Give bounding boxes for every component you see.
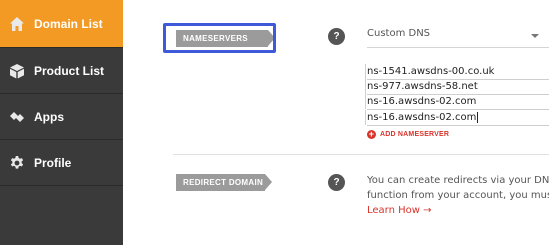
sidebar-item-label: Profile — [34, 155, 72, 170]
nameserver-type-select[interactable]: Custom DNS — [367, 28, 549, 44]
home-icon — [8, 15, 26, 33]
sidebar-item-profile[interactable]: Profile — [0, 140, 123, 186]
nameservers-help-icon[interactable]: ? — [328, 28, 345, 45]
domain-settings-panel: NAMESERVERS ? Custom DNS ns-1541.awsdns-… — [123, 0, 549, 245]
chevron-down-icon — [531, 34, 539, 38]
sidebar: Domain List Product List Apps Profile — [0, 0, 123, 245]
sidebar-item-label: Product List — [34, 63, 105, 78]
redirect-domain-label: REDIRECT DOMAIN — [176, 174, 272, 191]
select-underline — [367, 47, 549, 48]
plus-circle-icon: + — [367, 129, 376, 139]
text-cursor — [477, 111, 479, 123]
add-nameserver-label: ADD NAMESERVER — [380, 131, 450, 138]
nameserver-input-2[interactable]: ns-977.awsdns-58.net — [365, 79, 549, 95]
sidebar-item-label: Domain List — [34, 16, 103, 31]
nameserver-input-4[interactable]: ns-16.awsdns-02.com — [365, 110, 549, 126]
sidebar-item-label: Apps — [34, 109, 64, 124]
redirect-description-line-1: You can create redirects via your DNS pr… — [367, 175, 549, 186]
nameserver-input-1[interactable]: ns-1541.awsdns-00.co.uk — [365, 64, 549, 80]
nameserver-type-value: Custom DNS — [367, 28, 431, 39]
learn-how-link[interactable]: Learn How → — [367, 205, 432, 216]
gear-icon — [8, 154, 26, 172]
sidebar-item-product-list[interactable]: Product List — [0, 48, 123, 94]
add-nameserver-button[interactable]: + ADD NAMESERVER — [367, 129, 449, 140]
box-icon — [8, 62, 26, 80]
sidebar-item-domain-list[interactable]: Domain List — [0, 0, 123, 48]
apps-icon — [8, 108, 26, 126]
redirect-help-icon[interactable]: ? — [328, 174, 345, 191]
sidebar-item-apps[interactable]: Apps — [0, 94, 123, 140]
redirect-description-line-2: function from your account, you must fir… — [367, 190, 549, 201]
nameserver-input-3[interactable]: ns-16.awsdns-02.com — [365, 94, 549, 110]
nameserver-input-4-value: ns-16.awsdns-02.com — [367, 112, 477, 123]
highlight-box — [163, 23, 276, 53]
section-divider — [173, 154, 549, 155]
